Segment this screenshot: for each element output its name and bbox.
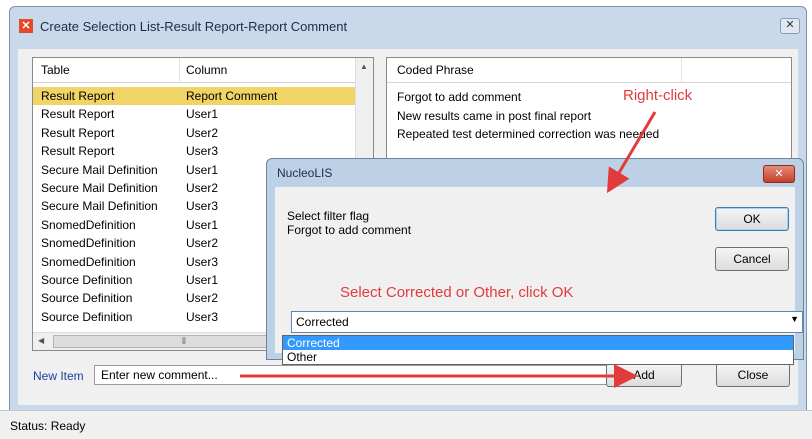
cell-column: Report Comment xyxy=(186,89,278,103)
cell-column: User3 xyxy=(186,254,219,269)
dialog-message: Select filter flag xyxy=(287,209,370,223)
option-corrected[interactable]: Corrected xyxy=(283,336,793,350)
list-header: Table Column xyxy=(33,58,355,83)
list-header: Coded Phrase xyxy=(387,58,791,83)
cell-table: SnomedDefinition xyxy=(41,217,136,232)
cell-column: User3 xyxy=(186,309,219,324)
coded-phrase: New results came in post final report xyxy=(397,108,592,123)
add-button[interactable]: Add xyxy=(606,363,682,387)
scroll-up-icon[interactable]: ▲ xyxy=(360,62,368,71)
cell-column: User1 xyxy=(186,162,219,177)
cell-column: User3 xyxy=(186,144,219,159)
header-table[interactable]: Table xyxy=(41,63,70,77)
dialog-phrase: Forgot to add comment xyxy=(287,223,412,237)
cell-table: Source Definition xyxy=(41,272,133,287)
table-row[interactable]: Result Report User1 xyxy=(33,105,355,123)
annotation-select-instruction: Select Corrected or Other, click OK xyxy=(340,284,574,301)
dialog-body: Select filter flag Forgot to add comment… xyxy=(275,187,803,353)
cell-table: Result Report xyxy=(41,107,115,122)
ok-button[interactable]: OK xyxy=(715,207,789,231)
cell-column: User1 xyxy=(186,217,219,232)
cell-column: User2 xyxy=(186,180,219,195)
filter-flag-dialog: NucleoLIS ✕ Select filter flag Forgot to… xyxy=(266,158,804,360)
new-item-label: New Item xyxy=(33,369,84,383)
cell-column: User2 xyxy=(186,236,219,251)
cell-table: Secure Mail Definition xyxy=(41,180,158,195)
cell-column: User2 xyxy=(186,291,219,306)
option-other[interactable]: Other xyxy=(283,350,793,364)
cancel-button[interactable]: Cancel xyxy=(715,247,789,271)
coded-phrase: Forgot to add comment xyxy=(397,90,522,104)
header-divider xyxy=(179,58,180,82)
cell-table: Source Definition xyxy=(41,309,133,324)
grip-icon: ⦀ xyxy=(182,336,186,346)
select-value: Corrected xyxy=(296,315,349,329)
dialog-close-button[interactable]: ✕ xyxy=(763,165,795,183)
cell-column: User1 xyxy=(186,272,219,287)
close-button[interactable]: Close xyxy=(716,363,790,387)
coded-phrase: Repeated test determined correction was … xyxy=(397,127,660,141)
header-coded-phrase[interactable]: Coded Phrase xyxy=(397,63,474,77)
cell-table: Result Report xyxy=(41,125,115,140)
table-row[interactable]: Result Report User2 xyxy=(33,124,355,142)
scroll-thumb[interactable]: ⦀ xyxy=(53,335,285,348)
cell-column: User3 xyxy=(186,199,219,214)
cell-table: Source Definition xyxy=(41,291,133,306)
status-text: Status: Ready xyxy=(10,419,86,433)
cell-column: User1 xyxy=(186,107,219,122)
cell-table: Secure Mail Definition xyxy=(41,162,158,177)
window-close-button[interactable]: ✕ xyxy=(780,18,800,34)
cell-table: Secure Mail Definition xyxy=(41,199,158,214)
new-item-input[interactable] xyxy=(94,365,642,385)
filter-flag-select[interactable]: Corrected ▼ xyxy=(291,311,803,333)
cell-column: User2 xyxy=(186,125,219,140)
status-bar: Status: Ready xyxy=(0,410,812,439)
cell-table: SnomedDefinition xyxy=(41,236,136,251)
dialog-title: NucleoLIS xyxy=(277,166,333,180)
window-title: Create Selection List-Result Report-Repo… xyxy=(40,19,348,34)
table-row[interactable]: Result Report Report Comment xyxy=(33,87,355,106)
cell-table: SnomedDefinition xyxy=(41,254,136,269)
annotation-right-click: Right-click xyxy=(623,87,693,104)
chevron-down-icon[interactable]: ▼ xyxy=(790,314,799,324)
header-divider xyxy=(681,58,682,82)
cell-table: Result Report xyxy=(41,89,115,103)
title-bar: ✕ Create Selection List-Result Report-Re… xyxy=(10,7,806,41)
cell-table: Result Report xyxy=(41,144,115,159)
app-icon: ✕ xyxy=(19,19,33,33)
scroll-left-icon[interactable]: ◀ xyxy=(38,336,44,345)
filter-flag-dropdown: Corrected Other xyxy=(282,335,794,365)
header-column[interactable]: Column xyxy=(186,63,227,77)
